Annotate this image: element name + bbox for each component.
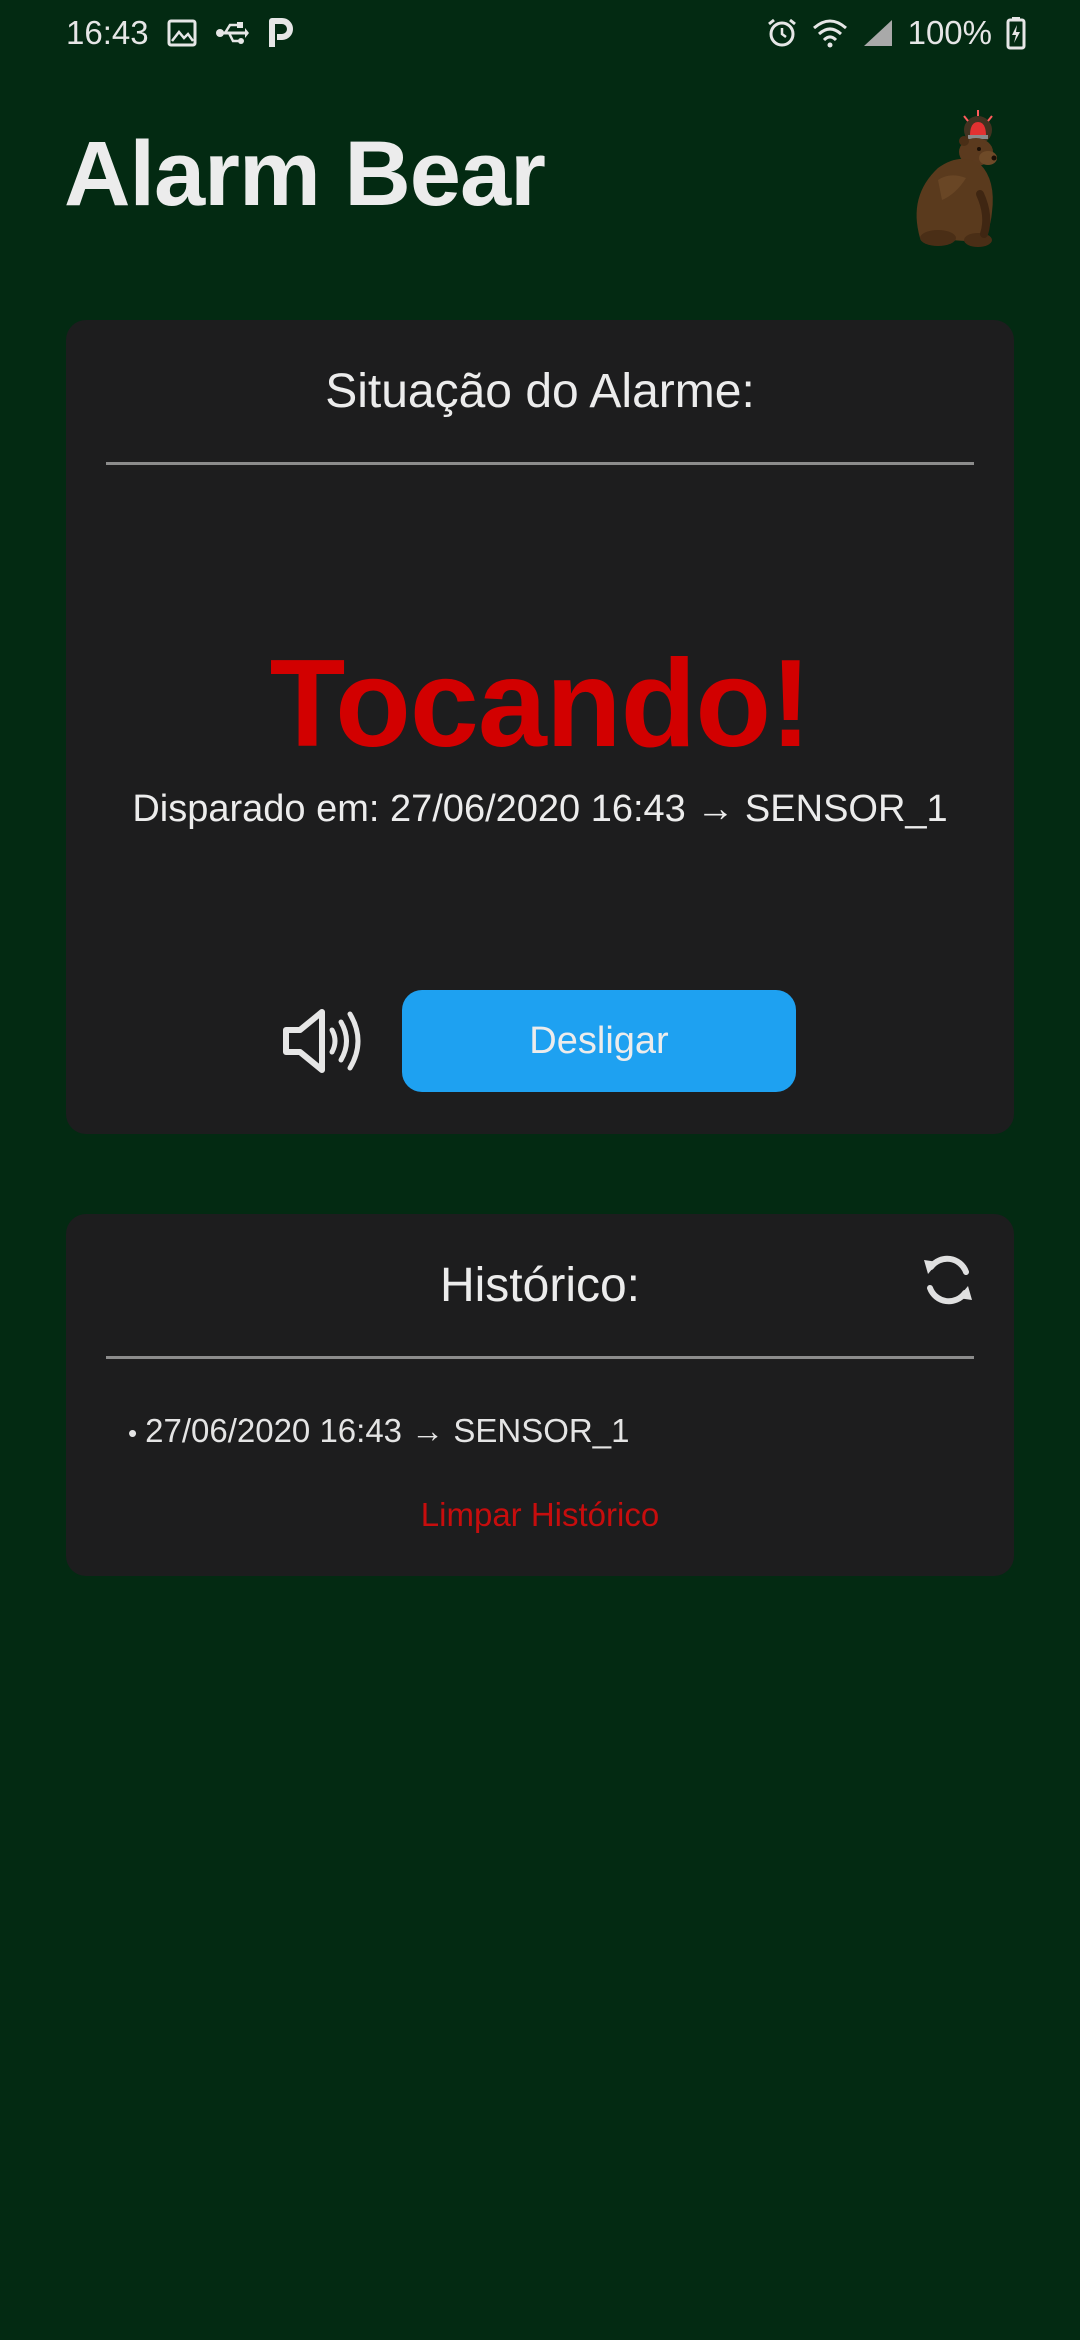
alarm-status-card: Situação do Alarme: Tocando! Disparado e…: [66, 320, 1014, 1134]
usb-icon: [215, 20, 249, 46]
history-item: • 27/06/2020 16:43 → SENSOR_1: [128, 1412, 629, 1450]
history-heading: Histórico:: [439, 1259, 641, 1312]
bear-with-siren-icon: [880, 108, 1020, 248]
speaker-volume-icon[interactable]: [282, 1006, 366, 1076]
parking-icon: [267, 17, 295, 49]
battery-charging-icon: [1006, 16, 1026, 50]
clear-history-link[interactable]: Limpar Histórico: [66, 1496, 1014, 1534]
triggered-info: Disparado em: 27/06/2020 16:43 → SENSOR_…: [132, 788, 948, 830]
history-card: Histórico: • 27/06/2020 16:43 → SENSOR_1 …: [66, 1214, 1014, 1576]
alarm-clock-icon: [766, 17, 798, 49]
status-time: 16:43: [66, 14, 149, 51]
status-bar-left: 16:43: [66, 14, 295, 52]
image-icon: [167, 18, 197, 48]
signal-icon: [862, 18, 894, 48]
history-divider: [106, 1356, 974, 1359]
wifi-icon: [812, 18, 848, 48]
app-title: Alarm Bear: [64, 123, 546, 225]
bullet-icon: •: [128, 1418, 138, 1448]
status-bar-right: 100%: [766, 14, 1026, 52]
alarm-status-divider: [106, 462, 974, 465]
turn-off-alarm-button[interactable]: Desligar: [402, 990, 796, 1092]
status-bar: 16:43 100%: [0, 0, 1080, 68]
battery-percentage: 100%: [907, 14, 992, 51]
refresh-icon[interactable]: [918, 1250, 978, 1310]
history-item-text: 27/06/2020 16:43 → SENSOR_1: [145, 1412, 630, 1449]
alarm-state-text: Tocando!: [269, 635, 812, 773]
alarm-status-heading: Situação do Alarme:: [325, 365, 755, 418]
history-list: • 27/06/2020 16:43 → SENSOR_1: [128, 1412, 629, 1450]
